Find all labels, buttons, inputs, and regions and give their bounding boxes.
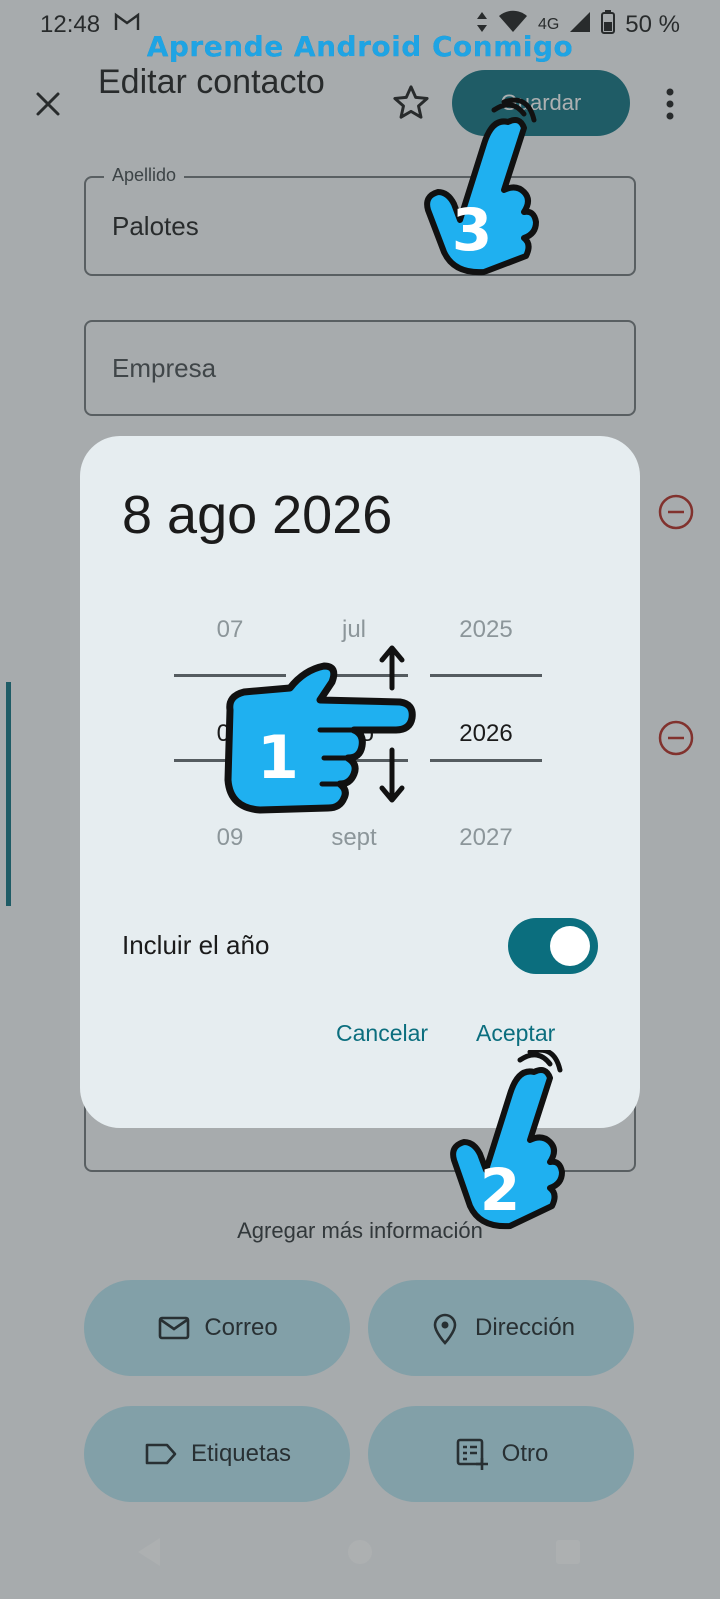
watermark-text: Aprende Android Conmigo bbox=[146, 30, 574, 63]
tutorial-hand-step-1: 1 bbox=[224, 645, 416, 814]
include-year-label: Incluir el año bbox=[122, 930, 270, 960]
year-prev[interactable]: 2025 bbox=[426, 616, 546, 644]
tutorial-hand-step-2: 2 bbox=[450, 1050, 565, 1230]
year-wheel[interactable]: 2025 2026 2027 bbox=[426, 436, 546, 876]
accept-button[interactable]: Aceptar bbox=[476, 1020, 555, 1047]
include-year-switch[interactable] bbox=[508, 918, 598, 974]
switch-knob bbox=[550, 926, 590, 966]
step-number: 2 bbox=[480, 1156, 520, 1224]
year-next[interactable]: 2027 bbox=[426, 824, 546, 852]
year-current[interactable]: 2026 bbox=[426, 720, 546, 748]
step-number: 1 bbox=[257, 723, 299, 793]
cancel-button[interactable]: Cancelar bbox=[336, 1020, 428, 1047]
tutorial-hand-step-3: 3 bbox=[424, 97, 539, 276]
step-number: 3 bbox=[452, 196, 492, 264]
